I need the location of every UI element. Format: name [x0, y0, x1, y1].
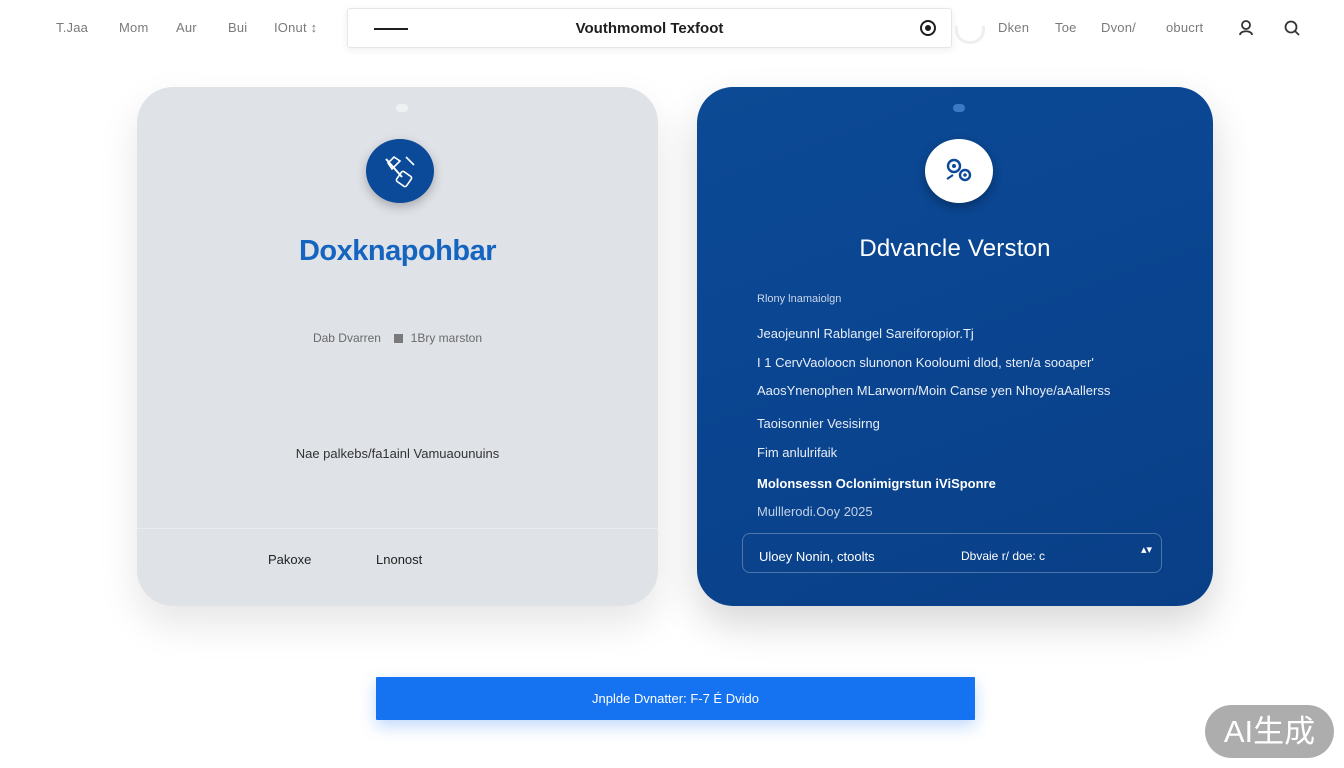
plan-select-value: Dbvaie r/ doe: c	[961, 549, 1046, 563]
plan-select[interactable]: Uloey Nonin, ctoolts Dbvaie r/ doe: c ▴▾	[742, 533, 1162, 573]
user-icon[interactable]	[1238, 19, 1256, 37]
search-title: Vouthmomol Texfoot	[575, 20, 724, 37]
feature-item: Molonsessn Oclonimigrstun iViSponre	[757, 476, 996, 491]
right-card-title: Ddvancle Verston	[859, 235, 1051, 262]
left-card-button-a[interactable]: Pakoxe	[268, 552, 311, 567]
nav-link-2[interactable]: Mom	[119, 20, 149, 35]
nav-link-5[interactable]: IOnut ↕	[274, 20, 317, 35]
nav-link-8[interactable]: Dvon/	[1101, 20, 1136, 35]
decorative-curve	[955, 26, 985, 44]
tools-icon	[366, 139, 434, 203]
nav-link-1[interactable]: T.Jaa	[56, 20, 88, 35]
left-card-note: Nae palkebs/fa1ainl Vamuaounuins	[295, 446, 500, 461]
nav-link-4[interactable]: Bui	[228, 20, 247, 35]
left-card-meta: Dab Dvarren 1Bry marston	[137, 331, 658, 345]
nav-link-7[interactable]: Toe	[1055, 20, 1077, 35]
meta-b: 1Bry marston	[410, 331, 483, 345]
updown-caret-icon[interactable]: ▴▾	[1141, 545, 1152, 556]
feature-item: Jeaojeunnl Rablangel Sareiforopior.Tj	[757, 326, 974, 341]
clear-circle-icon[interactable]	[920, 20, 936, 36]
left-card-divider	[137, 528, 658, 529]
nav-link-3[interactable]: Aur	[176, 20, 197, 35]
card-top-mark	[396, 104, 408, 112]
feature-item: Taoisonnier Vesisirng	[757, 416, 880, 431]
left-card-title: Doxknapohbar	[298, 235, 497, 267]
ai-generated-watermark: AI生成	[1205, 705, 1334, 758]
card-top-mark	[953, 104, 965, 112]
feature-item: I 1 CervVaoloocn slunonon Kooloumi dlod,…	[757, 355, 1094, 370]
feature-item: Mulllerodi.Ooy 2025	[757, 504, 873, 519]
search-bar[interactable]: Vouthmomol Texfoot	[347, 8, 952, 48]
top-navigation: T.Jaa Mom Aur Bui IOnut ↕ Vouthmomol Tex…	[0, 0, 1344, 56]
basic-plan-card: Doxknapohbar Dab Dvarren 1Bry marston Na…	[137, 87, 658, 606]
nav-link-6[interactable]: Dken	[998, 20, 1029, 35]
square-bullet-icon	[394, 334, 404, 343]
feature-item: Fim anlulrifaik	[757, 445, 838, 460]
advanced-plan-card: Ddvancle Verston Rlony lnamaiolgn Jeaoje…	[697, 87, 1213, 606]
right-card-subtitle: Rlony lnamaiolgn	[757, 293, 842, 305]
plan-select-label: Uloey Nonin, ctoolts	[759, 549, 875, 564]
search-icon[interactable]	[1283, 19, 1301, 37]
feature-item: AaosYnenophen MLarworn/Moin Canse yen Nh…	[757, 383, 1111, 398]
gears-icon	[925, 139, 993, 203]
meta-a: Dab Dvarren	[312, 331, 381, 345]
left-card-button-b[interactable]: Lnonost	[376, 552, 422, 567]
primary-cta-button[interactable]: Jnplde Dvnatter: F-7 É Dvido	[376, 677, 975, 720]
nav-link-9[interactable]: obucrt	[1166, 20, 1203, 35]
